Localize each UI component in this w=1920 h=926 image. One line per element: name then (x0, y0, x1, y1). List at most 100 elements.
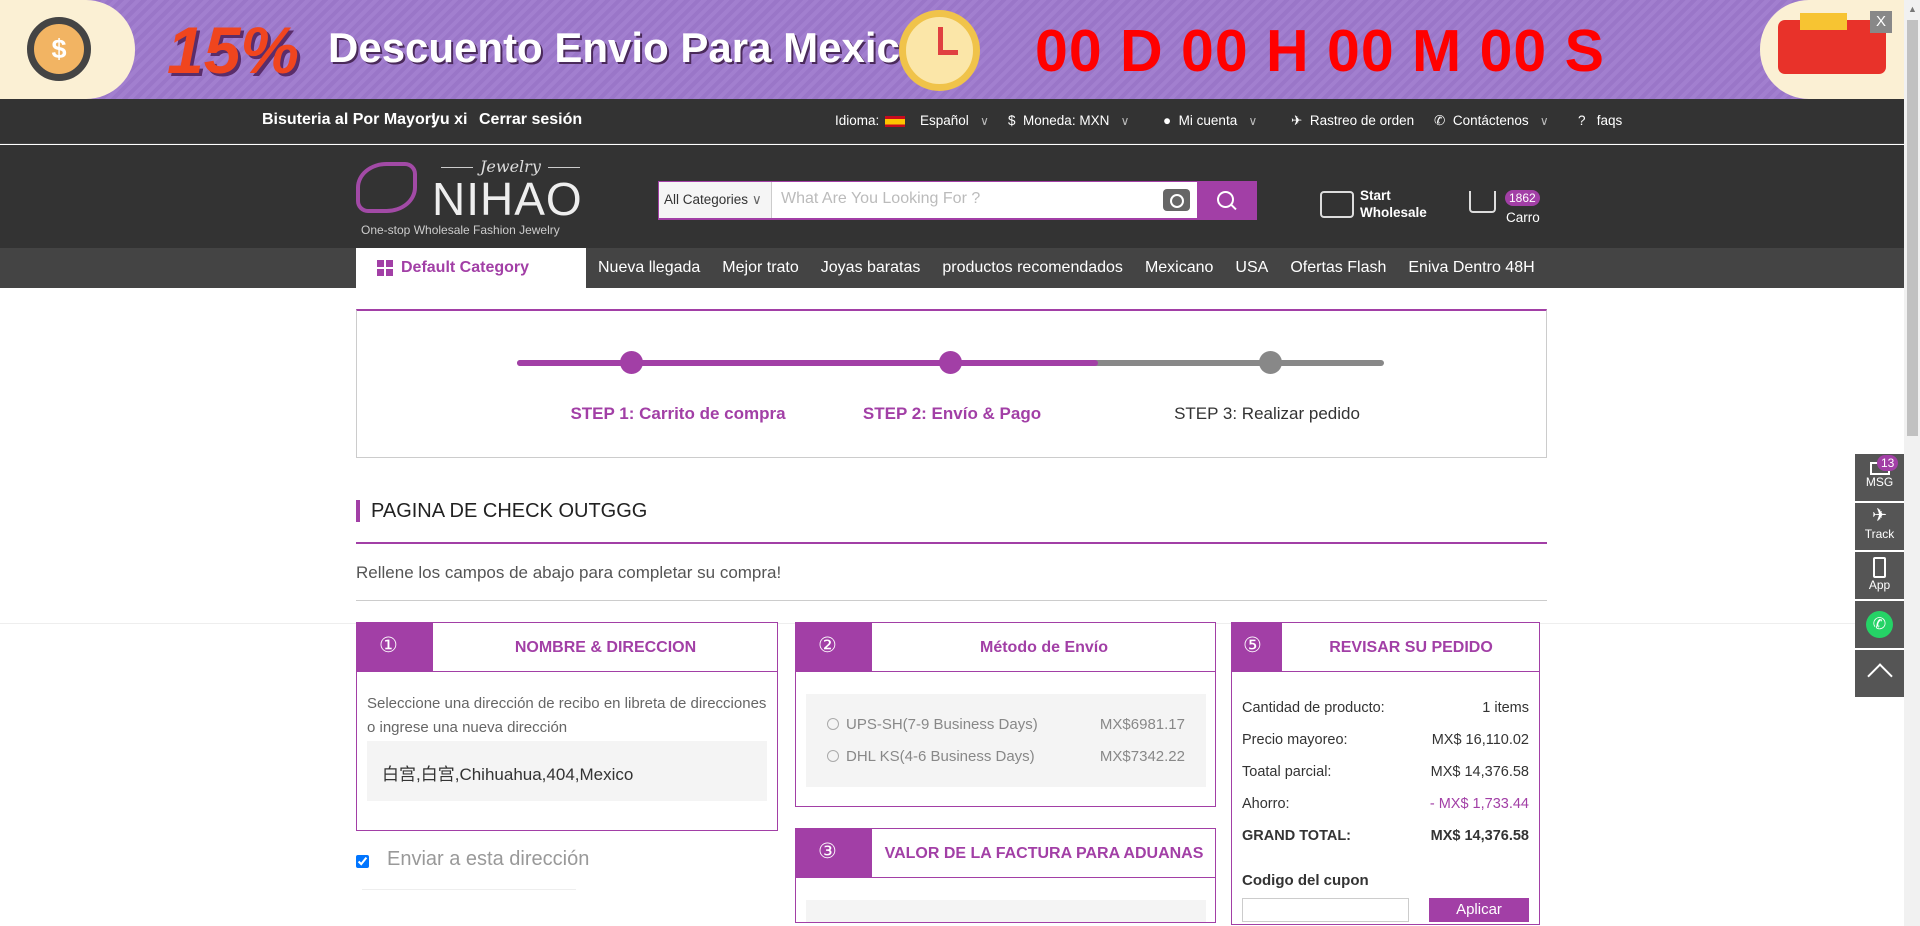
messages-button[interactable]: MSG 13 (1855, 454, 1904, 501)
logout-link[interactable]: Cerrar sesión (479, 111, 582, 129)
phone-icon: ✆ (1434, 113, 1446, 128)
divider (362, 889, 576, 890)
msg-label: MSG (1865, 475, 1894, 489)
panel-body: Seleccione una dirección de recibo en li… (356, 671, 778, 831)
cart-label[interactable]: Carro (1506, 209, 1540, 226)
panel-body: UPS-SH(7-9 Business Days) MX$6981.17 DHL … (795, 671, 1216, 807)
option-price: MX$7342.22 (1099, 748, 1185, 765)
contact-label: Contáctenos (1452, 113, 1529, 128)
promo-banner[interactable]: $ 15% Descuento Envio Para Mexico 00 D 0… (0, 0, 1904, 99)
panel-title: REVISAR SU PEDIDO (1329, 639, 1493, 656)
scrollbar-thumb[interactable] (1907, 20, 1918, 436)
checkout-steps: STEP 1: Carrito de compra STEP 2: Envío … (356, 309, 1547, 458)
track-button[interactable]: ✈ Track (1855, 503, 1904, 550)
spain-flag-icon (885, 116, 905, 127)
step-number: ⑤ (1231, 622, 1282, 672)
summary-row: Precio mayoreo: MX$ 16,110.02 (1242, 732, 1529, 748)
option-name: UPS-SH(7-9 Business Days) (846, 716, 1038, 733)
summary-label: GRAND TOTAL: (1242, 828, 1352, 844)
coupon-input[interactable] (1242, 898, 1409, 922)
panel-title: NOMBRE & DIRECCION (514, 639, 697, 656)
plane-icon: ✈ (1871, 505, 1888, 525)
panel-header: ③ VALOR DE LA FACTURA PARA ADUANAS (795, 828, 1216, 878)
chevron-down-icon: ∨ (980, 114, 989, 128)
search-button[interactable] (1197, 182, 1256, 218)
contact-menu[interactable]: ✆ Contáctenos ∨ (1434, 113, 1549, 129)
whatsapp-icon: ✆ (1866, 611, 1893, 638)
wholesale-line1: Start (1360, 188, 1391, 203)
order-tracking-link[interactable]: ✈ Rastreo de orden (1291, 113, 1414, 129)
radio-button[interactable] (827, 750, 839, 762)
progress-fill (517, 360, 1098, 366)
start-wholesale-link[interactable]: Start Wholesale (1360, 187, 1427, 221)
nav-item[interactable]: Nueva llegada (598, 259, 700, 277)
msg-count-badge: 13 (1877, 455, 1899, 471)
search-input[interactable] (781, 190, 1161, 208)
category-select[interactable]: All Categories ∨ (659, 182, 772, 218)
chevron-down-icon: ∨ (1539, 114, 1549, 128)
summary-row: Cantidad de producto: 1 items (1242, 700, 1529, 716)
option-name: DHL KS(4-6 Business Days) (846, 748, 1035, 765)
nav-item[interactable]: Mejor trato (722, 259, 798, 277)
step-2-label: STEP 2: Envío & Pago (862, 404, 1042, 423)
step-1-label: STEP 1: Carrito de compra (570, 404, 786, 423)
summary-row: GRAND TOTAL: MX$ 14,376.58 (1242, 828, 1529, 844)
summary-label: Cantidad de producto: (1242, 700, 1385, 716)
address-option[interactable]: 白宫,白宫,Chihuahua,404,Mexico (367, 741, 767, 801)
faqs-link[interactable]: ? faqs (1578, 113, 1622, 128)
chevron-up-icon (1866, 663, 1893, 689)
divider (356, 542, 1547, 544)
app-label: App (1868, 578, 1891, 592)
nav-item[interactable]: productos recomendados (942, 259, 1123, 277)
panel-title: Método de Envío (980, 639, 1108, 656)
ship-here-checkbox[interactable] (356, 855, 369, 868)
account-label: Mi cuenta (1178, 113, 1238, 128)
faqs-label: faqs (1596, 113, 1623, 128)
phone-icon (1873, 557, 1886, 578)
camera-icon[interactable] (1163, 189, 1190, 211)
scrollbar[interactable]: ▲ (1904, 0, 1920, 926)
shipping-option[interactable]: DHL KS(4-6 Business Days) MX$7342.22 (827, 748, 1185, 765)
shipping-option[interactable]: UPS-SH(7-9 Business Days) MX$6981.17 (827, 716, 1185, 733)
page-title: PAGINA DE CHECK OUTGGG (356, 500, 647, 522)
butterfly-logo-icon (356, 162, 417, 213)
radio-button[interactable] (827, 718, 839, 730)
track-label: Track (1864, 527, 1895, 541)
panel-header: ② Método de Envío (795, 622, 1216, 672)
user-icon: ● (1163, 113, 1172, 128)
default-category-menu[interactable]: Default Category (356, 248, 586, 288)
currency-select[interactable]: $ Moneda: MXN ∨ (1008, 113, 1129, 128)
address-hint: Seleccione una dirección de recibo en li… (367, 695, 767, 736)
nav-item[interactable]: Eniva Dentro 48H (1408, 259, 1534, 277)
app-button[interactable]: App (1855, 552, 1904, 599)
language-select[interactable]: Español ∨ (920, 113, 989, 128)
alarm-clock-icon (899, 10, 980, 91)
summary-label: Toatal parcial: (1242, 764, 1332, 780)
nav-item[interactable]: Mexicano (1145, 259, 1213, 277)
nav-item[interactable]: USA (1235, 259, 1268, 277)
account-menu[interactable]: ● Mi cuenta ∨ (1163, 113, 1257, 128)
whatsapp-button[interactable]: ✆ (1855, 601, 1904, 648)
nav-item[interactable]: Ofertas Flash (1290, 259, 1386, 277)
close-banner-button[interactable]: X (1870, 11, 1892, 33)
option-price: MX$6981.17 (1099, 716, 1185, 733)
countdown: 00 D 00 H 00 M 00 S (1035, 18, 1605, 84)
chevron-down-icon: ∨ (1120, 114, 1130, 128)
tracking-label: Rastreo de orden (1309, 113, 1415, 128)
customs-options (806, 900, 1206, 922)
nav-item[interactable]: Joyas baratas (821, 259, 921, 277)
logo[interactable]: Jewelry NIHAO One-stop Wholesale Fashion… (356, 157, 589, 243)
panel-title: VALOR DE LA FACTURA PARA ADUANAS (884, 845, 1204, 862)
apply-coupon-button[interactable]: Aplicar (1429, 898, 1529, 922)
back-to-top-button[interactable] (1855, 650, 1904, 697)
scroll-up-icon[interactable]: ▲ (1908, 4, 1917, 14)
panel-body: Cantidad de producto: 1 items Precio mayo… (1231, 671, 1540, 925)
username[interactable]: yu xi (431, 111, 467, 129)
step-3-label: STEP 3: Realizar pedido (1174, 404, 1360, 423)
question-icon: ? (1578, 113, 1586, 128)
summary-row: Toatal parcial: MX$ 14,376.58 (1242, 764, 1529, 780)
main-nav: Default Category Nueva llegada Mejor tra… (0, 248, 1904, 288)
grid-icon (377, 260, 393, 276)
logo-name: NIHAO (432, 173, 583, 225)
cart-icon[interactable] (1469, 191, 1496, 213)
